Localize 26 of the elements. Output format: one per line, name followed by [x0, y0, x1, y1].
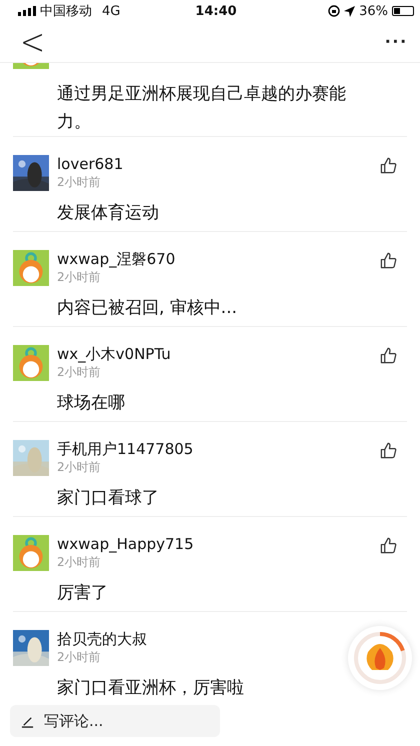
comment-time: 2小时前: [57, 269, 102, 285]
more-button[interactable]: ···: [385, 30, 408, 54]
comment-time: 2小时前: [57, 174, 102, 190]
comment-text: 厉害了: [57, 582, 109, 605]
comment-text: 家门口看球了: [57, 487, 160, 510]
user-name: lover681: [57, 155, 124, 174]
comment-time: 2小时前: [57, 459, 102, 475]
comment-input-field[interactable]: 写评论...: [10, 705, 220, 737]
user-name: wxwap_Happy715: [57, 535, 195, 554]
carrier-name: 中国移动: [40, 3, 92, 20]
battery-percent: 36%: [359, 4, 388, 18]
comment-time: 2小时前: [57, 364, 102, 380]
user-name: wx_小木v0NPTu: [57, 345, 172, 364]
back-button[interactable]: <: [12, 21, 54, 63]
comment-text: 家门口看亚洲杯，厉害啦: [57, 677, 245, 700]
comment-text: 通过男足亚洲杯展现自己卓越的办赛能力。: [57, 83, 347, 134]
user-name: 拾贝壳的大叔: [57, 630, 148, 649]
user-name: 手机用户11477805: [57, 440, 194, 459]
comment-text: 球场在哪: [57, 392, 126, 415]
comment-time: 2小时前: [57, 649, 102, 665]
user-name: wxwap_涅磐670: [57, 250, 176, 269]
comment-time: 2小时前: [57, 554, 102, 570]
clock-time: 14:40: [195, 4, 237, 18]
network-type: 4G: [102, 4, 120, 18]
comment-text: 内容已被召回, 审核中...: [57, 297, 238, 320]
comment-text: 发展体育运动: [57, 202, 160, 225]
